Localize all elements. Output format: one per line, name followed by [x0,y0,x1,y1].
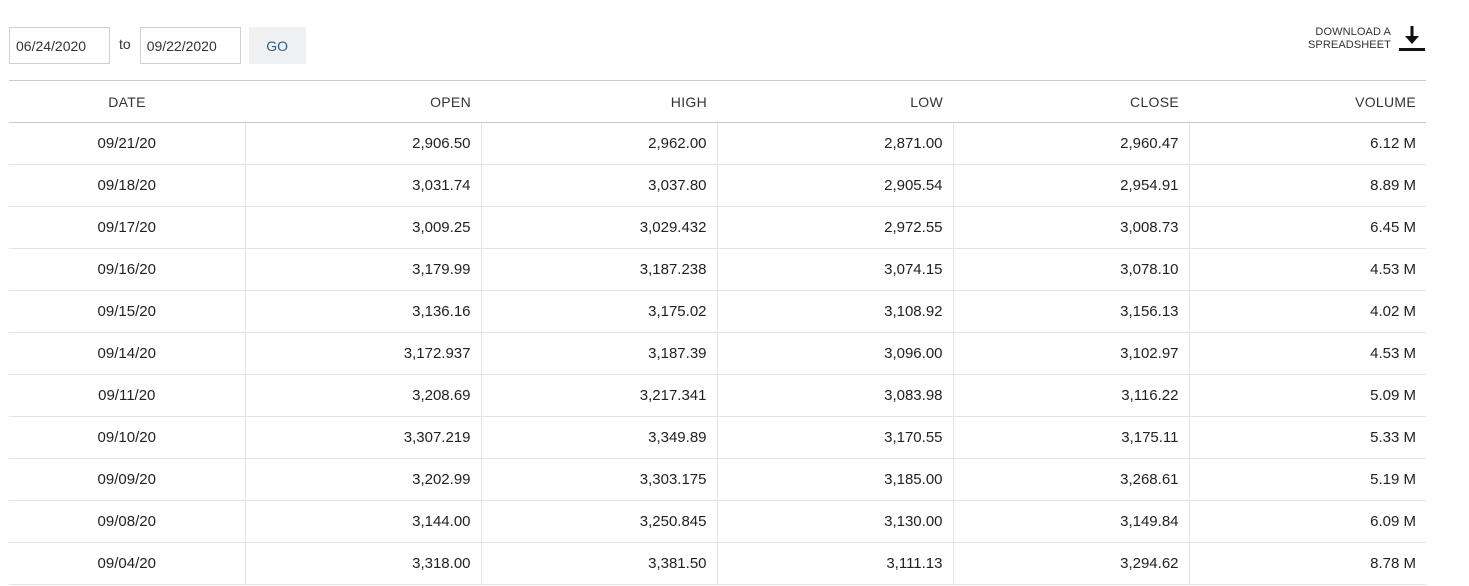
volume-cell: 5.09 M [1188,374,1426,417]
table-row: 09/17/20 3,009.25 3,029.432 2,972.55 3,008.7… [9,206,1426,249]
close-cell: 3,116.22 [952,374,1189,417]
date-cell: 09/21/20 [9,122,245,165]
column-header-high: HIGH [481,80,717,123]
close-cell: 3,102.97 [952,332,1189,375]
high-cell: 3,217.341 [480,374,717,417]
date-cell: 09/11/20 [9,374,245,417]
go-button[interactable]: GO [248,27,306,64]
open-cell: 3,307.219 [244,416,481,459]
volume-cell: 4.53 M [1188,332,1426,375]
close-cell: 3,078.10 [952,248,1189,291]
close-cell: 3,294.62 [952,542,1189,585]
table-row: 09/08/20 3,144.00 3,250.845 3,130.00 3,149.8… [9,500,1426,543]
high-cell: 3,187.39 [480,332,717,375]
high-cell: 3,187.238 [480,248,717,291]
column-header-volume: VOLUME [1189,80,1426,123]
close-cell: 2,960.47 [952,122,1189,165]
table-body: 09/21/20 2,906.50 2,962.00 2,871.00 2,960.47… [9,122,1426,585]
table-row: 09/10/20 3,307.219 3,349.89 3,170.55 3,175.1… [9,416,1426,459]
low-cell: 2,972.55 [716,206,953,249]
download-icon [1399,26,1425,51]
close-cell: 3,149.84 [952,500,1189,543]
date-cell: 09/18/20 [9,164,245,207]
open-cell: 3,031.74 [244,164,481,207]
open-cell: 3,202.99 [244,458,481,501]
date-cell: 09/09/20 [9,458,245,501]
header-row: DATE OPEN HIGH LOW CLOSE VOLUME [9,80,1426,123]
date-cell: 09/10/20 [9,416,245,459]
high-cell: 3,029.432 [480,206,717,249]
table-row: 09/04/20 3,318.00 3,381.50 3,111.13 3,294.62… [9,542,1426,585]
close-cell: 2,954.91 [952,164,1189,207]
table-row: 09/16/20 3,179.99 3,187.238 3,074.15 3,078.1… [9,248,1426,291]
download-label-line1: DOWNLOAD A [1315,26,1391,38]
date-cell: 09/04/20 [9,542,245,585]
volume-cell: 6.12 M [1188,122,1426,165]
table-row: 09/21/20 2,906.50 2,962.00 2,871.00 2,960.47… [9,122,1426,165]
close-cell: 3,156.13 [952,290,1189,333]
column-header-date: DATE [9,80,245,123]
volume-cell: 6.45 M [1188,206,1426,249]
table-row: 09/11/20 3,208.69 3,217.341 3,083.98 3,116.2… [9,374,1426,417]
volume-cell: 5.33 M [1188,416,1426,459]
high-cell: 2,962.00 [480,122,717,165]
open-cell: 3,144.00 [244,500,481,543]
date-cell: 09/17/20 [9,206,245,249]
table-header: DATE OPEN HIGH LOW CLOSE VOLUME [9,80,1426,123]
volume-cell: 5.19 M [1188,458,1426,501]
high-cell: 3,303.175 [480,458,717,501]
volume-cell: 8.78 M [1188,542,1426,585]
low-cell: 3,111.13 [716,542,953,585]
table-row: 09/15/20 3,136.16 3,175.02 3,108.92 3,156.13… [9,290,1426,333]
low-cell: 2,871.00 [716,122,953,165]
table-row: 09/18/20 3,031.74 3,037.80 2,905.54 2,954.91… [9,164,1426,207]
open-cell: 2,906.50 [244,122,481,165]
close-cell: 3,268.61 [952,458,1189,501]
high-cell: 3,381.50 [480,542,717,585]
close-cell: 3,175.11 [952,416,1189,459]
volume-cell: 6.09 M [1188,500,1426,543]
low-cell: 3,074.15 [716,248,953,291]
high-cell: 3,349.89 [480,416,717,459]
open-cell: 3,208.69 [244,374,481,417]
column-header-open: OPEN [245,80,481,123]
low-cell: 3,108.92 [716,290,953,333]
date-cell: 09/08/20 [9,500,245,543]
low-cell: 3,096.00 [716,332,953,375]
open-cell: 3,318.00 [244,542,481,585]
table-row: 09/14/20 3,172.937 3,187.39 3,096.00 3,102.9… [9,332,1426,375]
price-history-table: DATE OPEN HIGH LOW CLOSE VOLUME 09/21/20… [9,80,1426,585]
low-cell: 3,130.00 [716,500,953,543]
volume-cell: 4.53 M [1188,248,1426,291]
end-date-input[interactable] [139,27,241,64]
date-cell: 09/14/20 [9,332,245,375]
date-range-controls: to GO [9,27,306,64]
download-label-line2: SPREADSHEET [1307,39,1391,51]
high-cell: 3,250.845 [480,500,717,543]
to-label: to [119,35,131,52]
open-cell: 3,172.937 [244,332,481,375]
low-cell: 2,905.54 [716,164,953,207]
open-cell: 3,179.99 [244,248,481,291]
volume-cell: 4.02 M [1188,290,1426,333]
column-header-close: CLOSE [953,80,1189,123]
low-cell: 3,185.00 [716,458,953,501]
date-cell: 09/16/20 [9,248,245,291]
low-cell: 3,083.98 [716,374,953,417]
start-date-input[interactable] [9,27,110,64]
download-label: DOWNLOAD A SPREADSHEET [1299,26,1391,52]
download-spreadsheet-link[interactable]: DOWNLOAD A SPREADSHEET [1299,24,1425,52]
high-cell: 3,175.02 [480,290,717,333]
high-cell: 3,037.80 [480,164,717,207]
close-cell: 3,008.73 [952,206,1189,249]
low-cell: 3,170.55 [716,416,953,459]
date-cell: 09/15/20 [9,290,245,333]
volume-cell: 8.89 M [1188,164,1426,207]
open-cell: 3,009.25 [244,206,481,249]
column-header-low: LOW [717,80,953,123]
table-row: 09/09/20 3,202.99 3,303.175 3,185.00 3,268.6… [9,458,1426,501]
open-cell: 3,136.16 [244,290,481,333]
